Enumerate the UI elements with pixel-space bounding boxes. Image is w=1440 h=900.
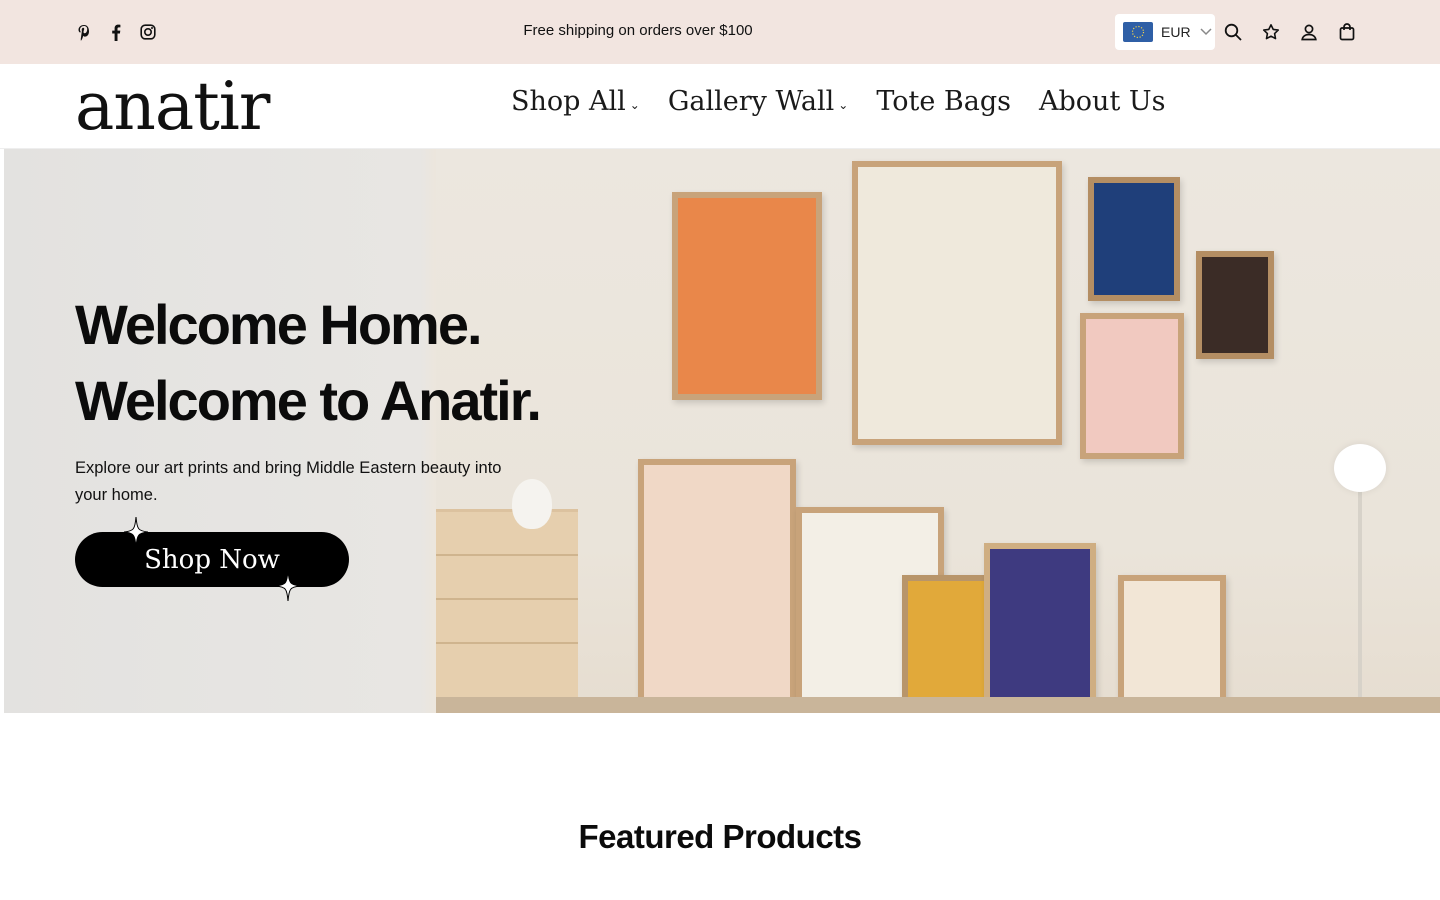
print-tiles: [984, 543, 1096, 703]
nav-label: Gallery Wall: [667, 86, 835, 117]
chevron-down-icon: ⌄: [838, 97, 849, 112]
site-logo[interactable]: anatir: [75, 74, 270, 140]
chevron-down-icon: ⌄: [629, 97, 640, 112]
main-nav: Shop All ⌄ Gallery Wall ⌄ Tote Bags Abou…: [511, 86, 1166, 117]
shop-now-button[interactable]: Shop Now: [75, 532, 349, 587]
floor-lamp-shade: [1334, 444, 1386, 492]
floor-lamp-pole: [1358, 489, 1362, 713]
wishlist-star-icon[interactable]: [1260, 20, 1282, 44]
sparkle-icon: [276, 571, 300, 601]
print-rue-du-liban: [672, 192, 822, 400]
announcement-bar: Free shipping on orders over $100 EUR: [0, 0, 1440, 64]
site-header: anatir Shop All ⌄ Gallery Wall ⌄ Tote Ba…: [0, 64, 1440, 149]
search-icon[interactable]: [1222, 20, 1244, 44]
nav-tote-bags[interactable]: Tote Bags: [876, 86, 1011, 117]
nav-about-us[interactable]: About Us: [1039, 86, 1165, 117]
print-blue-flowers: [1088, 177, 1180, 301]
print-records: [1196, 251, 1274, 359]
hero-description: Explore our art prints and bring Middle …: [75, 459, 502, 504]
eu-flag-icon: [1123, 22, 1153, 42]
print-coffee-pot: [1118, 575, 1226, 703]
nav-shop-all[interactable]: Shop All ⌄: [511, 86, 640, 117]
nav-label: About Us: [1039, 86, 1166, 117]
hero-title-line2: Welcome to Anatir.: [75, 369, 542, 432]
print-woman: [1080, 313, 1184, 459]
shop-now-label: Shop Now: [144, 544, 280, 575]
hero-title-line1: Welcome Home.: [75, 293, 483, 356]
header-icons: [1222, 20, 1358, 44]
account-icon[interactable]: [1298, 20, 1320, 44]
nav-label: Tote Bags: [876, 86, 1012, 117]
hero-title: Welcome Home. Welcome to Anatir.: [75, 287, 542, 439]
dresser-image: [436, 509, 578, 697]
nav-label: Shop All: [511, 86, 626, 117]
nav-gallery-wall[interactable]: Gallery Wall ⌄: [668, 86, 849, 117]
featured-products-heading: Featured Products: [578, 818, 862, 855]
print-watermelon: [638, 459, 796, 703]
announcement-text: Free shipping on orders over $100: [523, 22, 753, 39]
sparkle-icon: [124, 517, 148, 547]
floor: [436, 697, 1440, 713]
print-my-home: [852, 161, 1062, 445]
cart-bag-icon[interactable]: [1336, 20, 1358, 44]
chevron-down-icon: [1199, 25, 1213, 39]
currency-selector[interactable]: EUR: [1115, 14, 1215, 50]
hero-banner: Welcome Home. Welcome to Anatir. Explore…: [4, 149, 1440, 713]
currency-code: EUR: [1161, 24, 1191, 40]
